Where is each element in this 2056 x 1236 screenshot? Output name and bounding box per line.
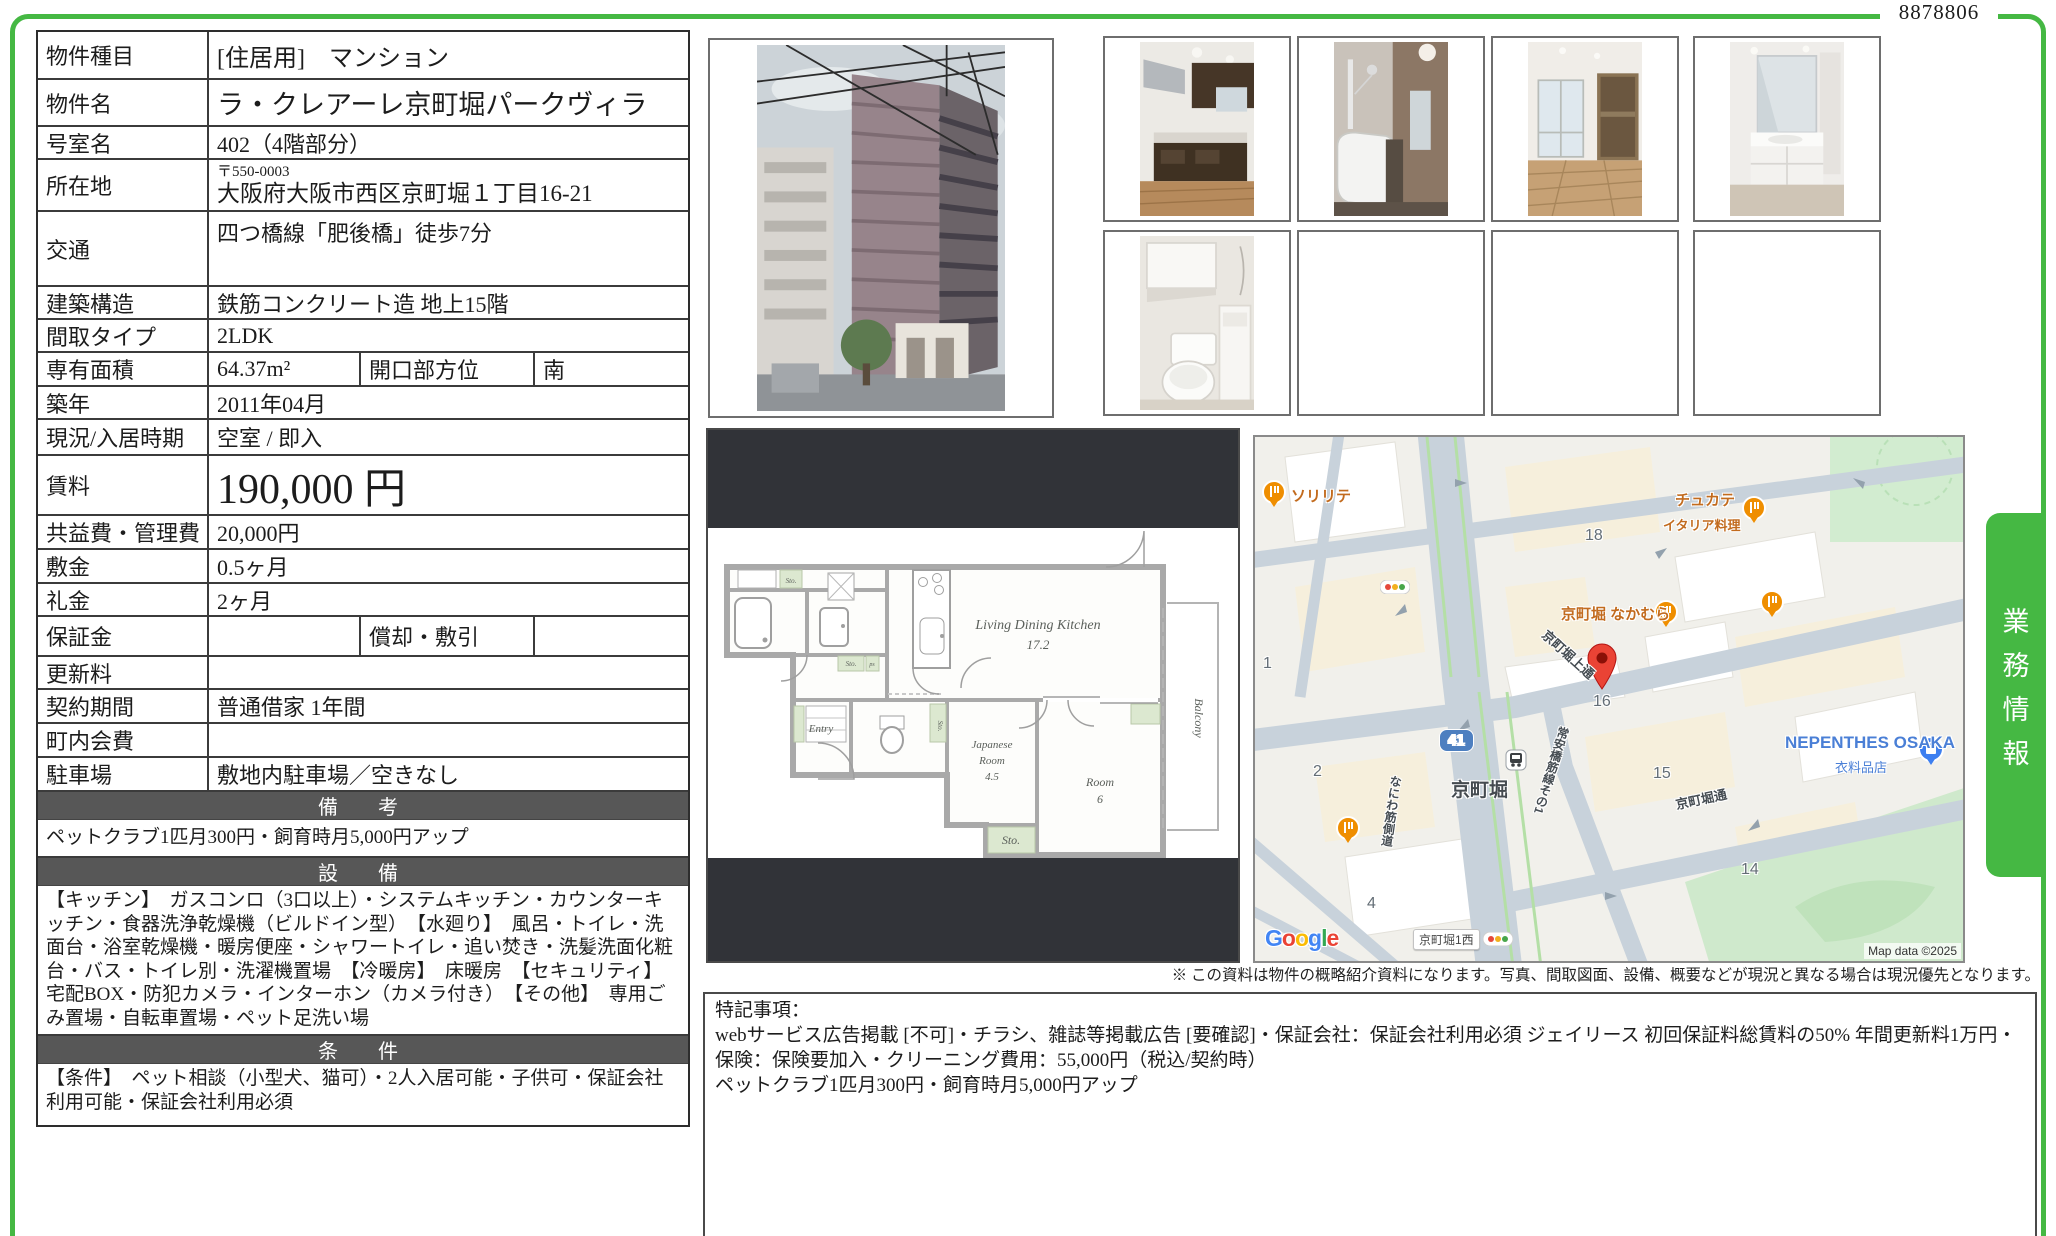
svg-text:Sto.: Sto. <box>936 721 944 732</box>
map-label-restaurant: チュカテ <box>1675 489 1735 510</box>
floorplan-drawing: Living Dining Kitchen 17.2 Japanese Room… <box>708 528 1238 858</box>
floorplan-label-balcony: Balcony <box>1192 698 1206 738</box>
location-map: 41 ソリリテ チュカテ イタリア料理 京町堀 なかむら 18 1 2 16 1… <box>1253 435 1965 963</box>
floorplan-label-room: Room <box>1085 775 1114 789</box>
special-notes-line1: webサービス広告掲載 [不可]・チラシ、雑誌等掲載広告 [要確認]・保証会社：… <box>715 1023 2025 1073</box>
photo-empty-slot <box>1693 230 1881 416</box>
toilet-image <box>1140 236 1254 410</box>
map-block-number: 14 <box>1741 861 1759 879</box>
section-header-conditions: 条 件 <box>38 1036 688 1064</box>
photo-empty-slot <box>1297 230 1485 416</box>
table-row: 物件種目[住居用] マンション <box>38 32 688 80</box>
map-label-restaurant: 京町堀 なかむら <box>1561 603 1670 624</box>
table-row: 契約期間普通借家 1年間 <box>38 690 688 724</box>
station-icon <box>1505 749 1527 776</box>
google-logo: Google <box>1265 925 1338 952</box>
postal-code: 〒550-0003 <box>217 164 680 181</box>
map-block-number: 16 <box>1593 693 1611 711</box>
table-row: 町内会費 <box>38 724 688 758</box>
section-header-equipment: 設 備 <box>38 858 688 886</box>
map-label-restaurant: ソリリテ <box>1291 485 1351 506</box>
floorplan-label-ldk: Living Dining Kitchen <box>974 618 1100 633</box>
table-row: 保証金 償却・敷引 <box>38 617 688 657</box>
photo-washbasin <box>1693 36 1881 222</box>
table-row: 敷金0.5ヶ月 <box>38 550 688 584</box>
svg-text:Sto.: Sto. <box>786 577 797 585</box>
map-block-number: 1 <box>1263 655 1272 673</box>
map-attribution: Map data ©2025 <box>1864 943 1961 959</box>
table-row: 共益費・管理費20,000円 <box>38 516 688 550</box>
table-row: 礼金2ヶ月 <box>38 584 688 617</box>
photo-building-exterior <box>708 38 1054 418</box>
route-41-badge: 41 <box>1439 729 1474 752</box>
building-exterior-image <box>757 45 1005 411</box>
floorplan-label-jroom: Japanese <box>972 739 1013 751</box>
photo-toilet <box>1103 230 1291 416</box>
floorplan-label-sto: Sto. <box>1002 833 1020 847</box>
map-label-restaurant-sub: イタリア料理 <box>1663 515 1740 534</box>
restaurant-pin-icon <box>1741 495 1767 532</box>
restaurant-pin-icon <box>1759 589 1785 626</box>
table-row: 築年2011年04月 <box>38 387 688 420</box>
svg-text:Room: Room <box>978 755 1005 767</box>
map-label-shop: NEPENTHES OSAKA <box>1785 733 1955 753</box>
photo-bathroom <box>1297 36 1485 222</box>
svg-text:6: 6 <box>1097 792 1103 806</box>
property-table: 物件種目[住居用] マンション 物件名ラ・クレアーレ京町堀パークヴィラ 号室名4… <box>36 30 690 1127</box>
document-number: 8878806 <box>1880 0 1998 25</box>
equipment-text: 【キッチン】 ガスコンロ（3口以上）・システムキッチン・カウンターキッチン・食器… <box>38 886 688 1036</box>
floorplan-label-ldk-size: 17.2 <box>1027 637 1050 652</box>
svg-text:ps: ps <box>868 662 875 668</box>
tab-business-info[interactable]: 業務情報 <box>1986 513 2042 877</box>
tab-business-info-label: 業務情報 <box>1995 607 2034 783</box>
table-row: 現況/入居時期空室 / 即入 <box>38 420 688 456</box>
table-row-rent: 賃料190,000 円 <box>38 456 688 516</box>
table-row: 建築構造鉄筋コンクリート造 地上15階 <box>38 287 688 320</box>
floorplan-letterbox-bottom <box>708 858 1238 961</box>
conditions-text: 【条件】 ペット相談（小型犬、猫可）・2人入居可能・子供可・保証会社利用可能・保… <box>38 1064 688 1125</box>
property-flyer-page: 8878806 物件種目[住居用] マンション 物件名ラ・クレアーレ京町堀パーク… <box>0 0 2056 1236</box>
restaurant-pin-icon <box>1261 479 1287 516</box>
bathroom-image <box>1334 42 1448 216</box>
floorplan-box: Living Dining Kitchen 17.2 Japanese Room… <box>706 428 1240 963</box>
rent-amount: 190,000 円 <box>209 455 688 516</box>
photo-kitchen <box>1103 36 1291 222</box>
table-row: 交通四つ橋線「肥後橋」徒歩7分 <box>38 212 688 287</box>
table-row: 間取タイプ2LDK <box>38 320 688 353</box>
floorplan-letterbox-top <box>708 430 1238 528</box>
disclaimer-text: ※ この資料は物件の概略紹介資料になります。写真、間取図面、設備、概要などが現況… <box>700 963 2040 985</box>
table-row: 号室名402（4階部分） <box>38 127 688 160</box>
floorplan-label-entry: Entry <box>808 723 834 735</box>
remarks-text: ペットクラブ1匹月300円・飼育時月5,000円アップ <box>38 820 688 858</box>
address: 大阪府大阪市西区京町堀１丁目16-21 <box>217 181 680 206</box>
restaurant-pin-icon <box>1335 815 1361 852</box>
table-row: 更新料 <box>38 657 688 690</box>
table-row: 所在地 〒550-0003 大阪府大阪市西区京町堀１丁目16-21 <box>38 160 688 212</box>
map-block-number: 2 <box>1313 763 1322 781</box>
special-notes-box: 特記事項： webサービス広告掲載 [不可]・チラシ、雑誌等掲載広告 [要確認]… <box>703 992 2037 1236</box>
kitchen-image <box>1140 42 1254 216</box>
map-block-number: 4 <box>1367 895 1376 913</box>
table-row: 駐車場敷地内駐車場／空きなし <box>38 758 688 792</box>
living-room-image <box>1528 42 1642 216</box>
traffic-signal-icon <box>1483 932 1513 951</box>
map-block-number: 18 <box>1585 527 1603 545</box>
washbasin-image <box>1730 42 1844 216</box>
svg-text:4.5: 4.5 <box>985 771 999 783</box>
table-row: 物件名ラ・クレアーレ京町堀パークヴィラ <box>38 80 688 127</box>
map-area-label: 京町堀 <box>1451 775 1508 802</box>
svg-text:Sto.: Sto. <box>846 660 857 668</box>
photo-living-room <box>1491 36 1679 222</box>
map-intersection-chip: 京町堀1西 <box>1413 929 1480 950</box>
special-notes-title: 特記事項： <box>715 998 2025 1023</box>
photo-empty-slot <box>1491 230 1679 416</box>
map-label-shop-sub: 衣料品店 <box>1835 757 1887 776</box>
table-row: 専有面積 64.37m² 開口部方位 南 <box>38 353 688 387</box>
section-header-remarks: 備 考 <box>38 792 688 820</box>
special-notes-line2: ペットクラブ1匹月300円・飼育時月5,000円アップ <box>715 1073 2025 1098</box>
traffic-signal-icon <box>1380 580 1410 599</box>
map-block-number: 15 <box>1653 765 1671 783</box>
